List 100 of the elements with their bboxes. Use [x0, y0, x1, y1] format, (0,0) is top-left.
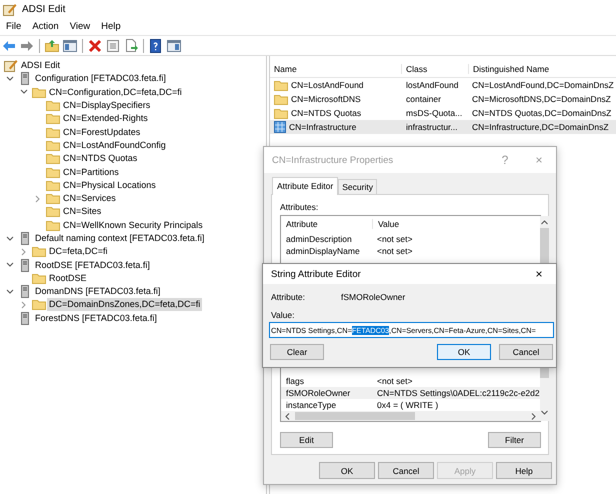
filter-button[interactable]: Filter — [488, 432, 541, 448]
table-cell: msDS-Quota... — [406, 108, 462, 118]
help-icon[interactable] — [149, 38, 163, 52]
dialog-title: CN=Infrastructure Properties — [272, 154, 394, 166]
tree-item[interactable]: DC=feta,DC=fi — [47, 245, 110, 258]
tree-item[interactable]: CN=Physical Locations — [61, 178, 158, 192]
menu-item[interactable]: Action — [32, 21, 59, 32]
tree-item[interactable]: ForestDNS [FETADC03.feta.fi] — [33, 312, 159, 325]
tree-item[interactable]: CN=DisplaySpecifiers — [61, 99, 152, 112]
table-cell-text: <not set> — [376, 246, 412, 256]
tree-item[interactable]: CN=ForestUpdates — [61, 126, 142, 139]
delete-icon[interactable] — [88, 38, 102, 52]
dialog-title: String Attribute Editor — [271, 268, 362, 280]
tree-item[interactable]: CN=Extended-Rights — [61, 112, 150, 126]
export-icon[interactable] — [124, 38, 138, 52]
table-cell-text: 0x4 = ( WRITE ) — [376, 400, 438, 410]
table-cell: CN=Infrastructure — [289, 122, 356, 132]
table-cell: infrastructur... — [406, 122, 458, 132]
horizontal-scrollbar[interactable] — [281, 411, 540, 421]
panel-icon[interactable] — [63, 38, 77, 52]
edit-button[interactable]: Edit — [280, 432, 333, 448]
dialog-button[interactable]: Cancel — [378, 462, 434, 479]
chevron-down-icon[interactable] — [6, 288, 14, 295]
tree-item[interactable]: CN=NTDS Quotas — [61, 152, 140, 166]
server-icon — [20, 72, 28, 86]
tree-item[interactable]: CN=WellKnown Security Principals — [61, 218, 205, 232]
folder-icon — [32, 299, 46, 310]
table-cell-text: adminDisplayName — [285, 246, 361, 256]
chevron-down-icon[interactable] — [6, 236, 14, 242]
attribute-row[interactable]: instanceType 0x4 = ( WRITE ) — [281, 399, 540, 411]
tree-item[interactable]: CN=Configuration,DC=feta,DC=fi — [47, 86, 184, 99]
tree-item[interactable]: CN=Partitions — [61, 166, 121, 179]
scroll-up-icon[interactable] — [540, 220, 548, 225]
list-row[interactable]: CN=NTDS Quotas msDS-Quota... CN=NTDS Quotas,DC=DomainDnsZ — [270, 106, 616, 120]
close-button[interactable]: × — [522, 267, 556, 281]
column-header[interactable]: Name — [270, 64, 401, 74]
table-cell-text: CN=NTDS Settings\0ADEL:c2119c2c-e2d2 — [376, 388, 540, 398]
dialog-button[interactable]: OK — [319, 462, 375, 479]
folder-icon — [46, 100, 60, 112]
folder-icon — [274, 94, 288, 104]
scrollbar-thumb[interactable] — [295, 412, 415, 420]
dialog-button[interactable]: Clear — [270, 344, 324, 360]
folder-up-icon[interactable] — [45, 38, 59, 52]
folder-icon — [274, 80, 288, 90]
properties-icon[interactable] — [106, 38, 120, 52]
dialog-button[interactable]: Cancel — [499, 344, 553, 360]
attribute-row[interactable]: flags <not set> — [281, 375, 540, 387]
forward-arrow-icon[interactable] — [20, 38, 34, 52]
folder-icon — [46, 126, 60, 138]
back-arrow-icon[interactable] — [2, 38, 16, 52]
tab[interactable]: Attribute Editor — [272, 177, 338, 195]
table-cell: CN=NTDS Quotas,DC=DomainDnsZ — [472, 108, 612, 118]
dialog-button[interactable]: OK — [437, 344, 491, 360]
tree-item[interactable]: CN=LostAndFoundConfig — [61, 138, 168, 152]
tree-item[interactable]: DomanDNS [FETADC03.feta.fi] — [33, 285, 162, 298]
chevron-right-icon[interactable] — [21, 248, 27, 256]
table-cell: lostAndFound — [406, 80, 458, 90]
folder-icon — [32, 272, 46, 284]
tree-item[interactable]: DC=DomainDnsZones,DC=feta,DC=fi — [47, 298, 202, 312]
folder-icon — [46, 153, 60, 164]
field-label: Attribute: — [271, 292, 306, 304]
menu-item[interactable]: Help — [101, 21, 121, 32]
table-cell: CN=NTDS Quotas — [291, 108, 362, 118]
attribute-row[interactable]: adminDisplayName <not set> — [281, 245, 540, 257]
menu-item[interactable]: View — [70, 21, 90, 32]
column-header[interactable]: Distinguished Name — [468, 64, 616, 74]
attribute-row[interactable]: adminDescription <not set> — [281, 233, 540, 245]
tab[interactable]: Security — [338, 179, 377, 194]
folder-icon — [46, 206, 60, 218]
table-cell: container — [406, 94, 441, 104]
attribute-row[interactable]: fSMORoleOwner CN=NTDS Settings\0ADEL:c2119c2c-e2d2 — [281, 387, 540, 399]
tree-item[interactable]: CN=Sites — [61, 205, 104, 218]
table-cell-text: <not set> — [376, 234, 412, 244]
column-header[interactable]: Class — [401, 64, 468, 74]
tree-item[interactable]: RootDSE [FETADC03.feta.fi] — [33, 258, 152, 272]
tree-item[interactable]: RootDSE — [47, 272, 89, 285]
tree-item[interactable]: CN=Services — [61, 192, 118, 206]
column-header[interactable]: Value — [372, 219, 400, 229]
tree-item[interactable]: Default naming context [FETADC03.feta.fi] — [33, 232, 206, 245]
chevron-down-icon[interactable] — [6, 76, 14, 82]
scroll-right-icon[interactable] — [530, 412, 536, 420]
menu-item[interactable]: File — [6, 21, 22, 32]
tree-item[interactable]: ADSI Edit — [19, 59, 62, 72]
list-row[interactable]: CN=Infrastructure infrastructur... CN=Infrastructure,DC=DomainDnsZ — [270, 120, 616, 134]
chevron-right-icon[interactable] — [35, 194, 41, 203]
scroll-down-icon[interactable] — [540, 410, 548, 415]
server-icon — [20, 258, 28, 272]
tree-item[interactable]: Configuration [FETADC03.feta.fi] — [33, 72, 168, 86]
chevron-right-icon[interactable] — [21, 300, 27, 309]
chevron-down-icon[interactable] — [6, 262, 14, 268]
list-row[interactable]: CN=LostAndFound lostAndFound CN=LostAndFound,DC=DomainDnsZ — [270, 78, 616, 92]
folder-icon — [46, 140, 60, 151]
chevron-down-icon[interactable] — [20, 89, 28, 96]
panel-icon[interactable] — [167, 38, 181, 52]
scroll-left-icon[interactable] — [285, 412, 290, 420]
column-header[interactable]: Attribute — [281, 219, 372, 229]
folder-icon — [46, 166, 60, 178]
list-row[interactable]: CN=MicrosoftDNS container CN=MicrosoftDNS,DC=DomainDnsZ — [270, 92, 616, 106]
table-cell-text: instanceType — [285, 400, 338, 410]
dialog-button[interactable]: Help — [496, 462, 552, 479]
